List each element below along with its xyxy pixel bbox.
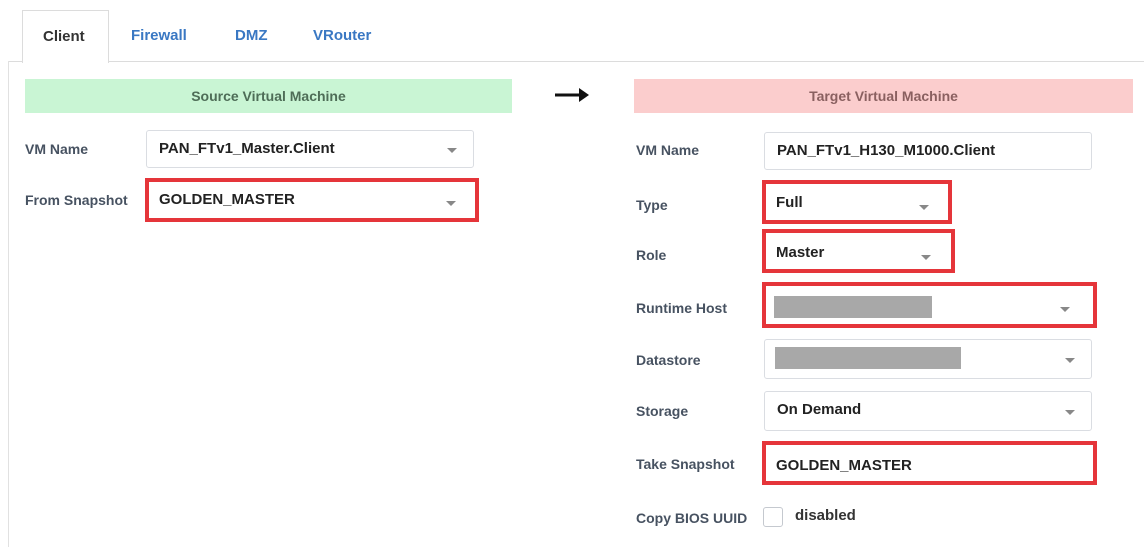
tab-dmz[interactable]: DMZ (235, 10, 268, 62)
source-vm-name-label: VM Name (25, 141, 89, 157)
chevron-down-icon (921, 255, 931, 260)
target-vm-name-input[interactable]: PAN_FTv1_H130_M1000.Client (764, 132, 1092, 170)
take-snapshot-label: Take Snapshot (636, 456, 735, 472)
target-vm-header: Target Virtual Machine (634, 79, 1133, 113)
role-label: Role (636, 247, 667, 263)
type-label: Type (636, 197, 668, 213)
take-snapshot-value: GOLDEN_MASTER (776, 457, 912, 474)
datastore-label: Datastore (636, 352, 701, 368)
tab-firewall[interactable]: Firewall (131, 10, 187, 62)
storage-label: Storage (636, 403, 689, 419)
chevron-down-icon (1060, 307, 1070, 312)
source-vm-name-select[interactable]: PAN_FTv1_Master.Client (146, 130, 474, 168)
runtime-host-select[interactable] (762, 282, 1097, 328)
tab-bar: Client Firewall DMZ VRouter (22, 10, 1144, 63)
target-vm-name-label: VM Name (636, 142, 700, 158)
datastore-select[interactable] (764, 339, 1092, 379)
role-select[interactable]: Master (762, 229, 955, 273)
copy-bios-uuid-checkbox[interactable] (763, 507, 783, 527)
take-snapshot-input[interactable]: GOLDEN_MASTER (762, 441, 1097, 485)
role-value: Master (776, 244, 825, 261)
target-vm-name-value: PAN_FTv1_H130_M1000.Client (777, 142, 996, 159)
storage-value: On Demand (777, 401, 862, 418)
from-snapshot-value: GOLDEN_MASTER (159, 191, 295, 208)
copy-bios-uuid-status: disabled (795, 507, 856, 524)
from-snapshot-select[interactable]: GOLDEN_MASTER (145, 178, 479, 222)
copy-bios-uuid-label: Copy BIOS UUID (636, 510, 748, 526)
type-value: Full (776, 194, 803, 211)
arrow-right-icon (555, 88, 589, 102)
panel-border (8, 61, 9, 547)
chevron-down-icon (919, 205, 929, 210)
from-snapshot-label: From Snapshot (25, 192, 128, 208)
chevron-down-icon (1065, 410, 1075, 415)
tab-vrouter[interactable]: VRouter (313, 10, 371, 62)
tab-client[interactable]: Client (22, 10, 109, 63)
redacted-value (775, 347, 961, 369)
chevron-down-icon (446, 201, 456, 206)
runtime-host-label: Runtime Host (636, 300, 727, 316)
chevron-down-icon (447, 148, 457, 153)
storage-select[interactable]: On Demand (764, 391, 1092, 431)
source-vm-header: Source Virtual Machine (25, 79, 512, 113)
type-select[interactable]: Full (762, 180, 952, 224)
redacted-value (774, 296, 932, 318)
chevron-down-icon (1065, 358, 1075, 363)
source-vm-name-value: PAN_FTv1_Master.Client (159, 140, 335, 157)
tab-divider (8, 61, 1144, 62)
